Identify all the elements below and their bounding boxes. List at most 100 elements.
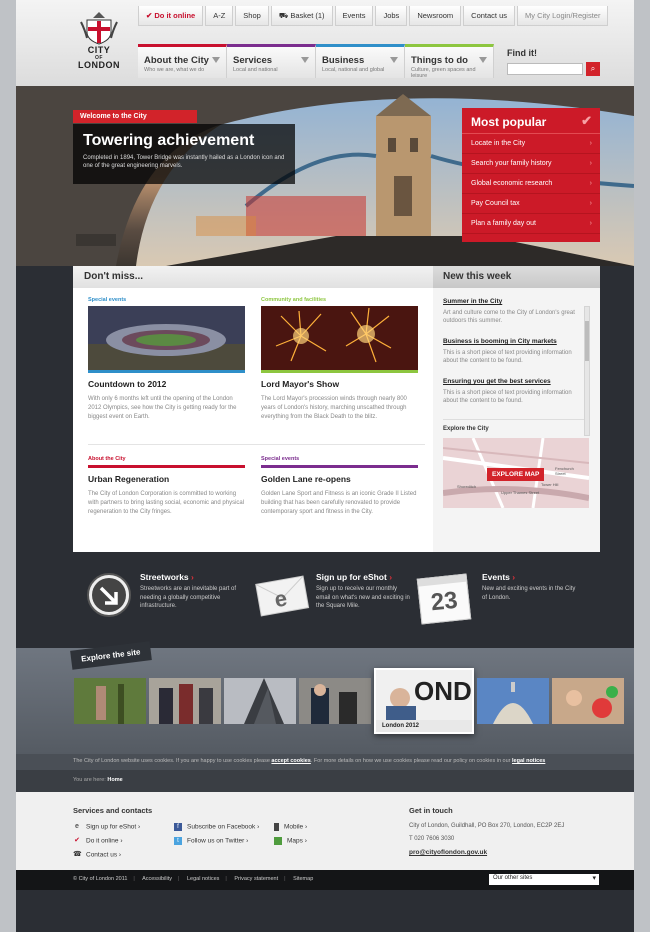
carousel-thumb[interactable] xyxy=(74,678,146,724)
search-input[interactable] xyxy=(507,63,583,75)
util-do-it-online[interactable]: ✔ Do it online xyxy=(138,6,204,26)
legal-link-privacy[interactable]: Privacy statement xyxy=(234,876,278,882)
card-golden-lane[interactable]: Special events Golden Lane re-opens Gold… xyxy=(261,456,418,517)
news-title[interactable]: Business is booming in City markets xyxy=(443,338,579,345)
util-login-register[interactable]: My City Login/Register xyxy=(517,6,609,26)
legal-link-accessibility[interactable]: Accessibility xyxy=(142,876,172,882)
card-text: The Lord Mayor's procession winds throug… xyxy=(261,396,407,420)
carousel-thumb[interactable] xyxy=(552,678,624,724)
promo-title[interactable]: Events › xyxy=(482,572,577,582)
legal-link-sitemap[interactable]: Sitemap xyxy=(293,876,313,882)
checkmark-icon: ✔ xyxy=(581,113,592,128)
footer-link-do-it-online[interactable]: ✔ Do it online › xyxy=(73,837,123,845)
explore-map-button[interactable]: EXPLORE MAP xyxy=(487,468,545,481)
dropdown-arrow-icon xyxy=(212,57,220,63)
carousel-thumb[interactable] xyxy=(149,678,221,724)
card-title[interactable]: Countdown to 2012 xyxy=(88,379,245,389)
util-contact-us[interactable]: Contact us xyxy=(463,6,516,26)
map-label: Tower Hill xyxy=(541,482,559,487)
facebook-icon: f xyxy=(174,823,182,831)
util-jobs[interactable]: Jobs xyxy=(375,6,408,26)
olympic-stadium-image[interactable] xyxy=(88,306,245,370)
scrollbar-thumb[interactable] xyxy=(585,321,589,361)
card-category[interactable]: Special events xyxy=(261,456,418,462)
legal-link-legal-notices[interactable]: Legal notices xyxy=(187,876,219,882)
card-urban-regeneration[interactable]: About the City Urban Regeneration The Ci… xyxy=(88,456,245,517)
news-scrollbar[interactable] xyxy=(584,306,590,436)
util-shop[interactable]: Shop xyxy=(235,6,269,26)
card-category[interactable]: Community and facilities xyxy=(261,297,418,303)
popular-item[interactable]: Pay Council tax xyxy=(462,194,600,214)
nav-services[interactable]: Services Local and national xyxy=(227,44,316,78)
news-text: This is a short piece of text providing … xyxy=(443,390,572,404)
cookie-text: The City of London website uses cookies.… xyxy=(73,758,272,764)
util-newsroom[interactable]: Newsroom xyxy=(409,6,462,26)
get-in-touch-heading: Get in touch xyxy=(409,806,453,815)
city-of-london-logo[interactable]: CITY OF LONDON xyxy=(68,10,130,76)
news-item[interactable]: Ensuring you get the best services This … xyxy=(443,378,579,405)
card-title[interactable]: Golden Lane re-opens xyxy=(261,474,418,484)
news-item[interactable]: Business is booming in City markets This… xyxy=(443,338,579,365)
hero-banner[interactable]: Welcome to the City Towering achievement… xyxy=(16,86,634,266)
legal-notices-link[interactable]: legal notices xyxy=(512,758,545,764)
promo-title[interactable]: Sign up for eShot › xyxy=(316,572,411,582)
nav-business[interactable]: Business Local, national and global xyxy=(316,44,405,78)
card-category[interactable]: About the City xyxy=(88,456,245,462)
footer-email[interactable]: pro@cityoflondon.gov.uk xyxy=(409,849,487,856)
nav-things-to-do[interactable]: Things to do Culture, green spaces and l… xyxy=(405,44,494,79)
explore-city-label: Explore the City xyxy=(443,419,590,432)
accept-cookies-link[interactable]: accept cookies xyxy=(271,758,310,764)
mobile-icon xyxy=(274,823,279,831)
explore-map[interactable]: EXPLORE MAP Fenchurch Street Tower Hill … xyxy=(443,438,589,508)
footer-link-label: Do it online › xyxy=(86,837,123,845)
card-category[interactable]: Special events xyxy=(88,297,245,303)
news-title[interactable]: Summer in the City xyxy=(443,298,579,305)
carousel-thumb-selected[interactable]: OND London 2012 xyxy=(374,668,474,734)
dropdown-arrow-icon xyxy=(390,57,398,63)
eshot-icon: e xyxy=(75,823,79,830)
breadcrumb: You are here: Home xyxy=(16,770,634,792)
card-lord-mayors-show[interactable]: Community and facilities Lord Mayor's Sh… xyxy=(261,297,418,422)
footer-link-facebook[interactable]: f Subscribe on Facebook › xyxy=(174,823,259,831)
carousel-caption: London 2012 xyxy=(376,720,472,732)
other-sites-select[interactable]: Our other sites xyxy=(489,874,599,885)
footer-link-label: Follow us on Twitter › xyxy=(187,837,249,845)
card-accent-bar xyxy=(88,465,245,468)
popular-item[interactable]: Search your family history xyxy=(462,154,600,174)
carousel-thumb[interactable] xyxy=(299,678,371,724)
util-basket[interactable]: ⛟ Basket (1) xyxy=(270,6,333,26)
promo-title-text: Events xyxy=(482,572,510,582)
nav-title: About the City xyxy=(144,55,209,66)
card-title[interactable]: Urban Regeneration xyxy=(88,474,245,484)
card-title[interactable]: Lord Mayor's Show xyxy=(261,379,418,389)
carousel-thumb[interactable] xyxy=(224,678,296,724)
footer-link-twitter[interactable]: t Follow us on Twitter › xyxy=(174,837,248,845)
nav-about-the-city[interactable]: About the City Who we are, what we do xyxy=(138,44,227,78)
nav-subtitle: Local, national and global xyxy=(322,67,385,73)
dropdown-arrow-icon xyxy=(479,57,487,63)
popular-item[interactable]: Plan a family day out xyxy=(462,214,600,234)
news-item[interactable]: Summer in the City Art and culture come … xyxy=(443,298,579,325)
card-countdown[interactable]: Special events Countdown to 2012 With on… xyxy=(88,297,245,422)
footer-phone: T 020 7606 3030 xyxy=(409,836,455,842)
promo-title[interactable]: Streetworks › xyxy=(140,572,250,582)
popular-item[interactable]: Locate in the City xyxy=(462,134,600,154)
footer-link-maps[interactable]: Maps › xyxy=(274,837,307,845)
footer-link-eshot[interactable]: e Sign up for eShot › xyxy=(73,823,140,831)
util-events[interactable]: Events xyxy=(334,6,374,26)
nav-title: Things to do xyxy=(411,55,468,66)
footer-link-contact[interactable]: ☎ Contact us › xyxy=(73,851,121,859)
legal-separator: | xyxy=(133,876,135,882)
util-a-z[interactable]: A-Z xyxy=(205,6,234,26)
hero-title[interactable]: Towering achievement xyxy=(83,132,285,150)
search-button[interactable]: ⌕ xyxy=(586,62,600,76)
news-title[interactable]: Ensuring you get the best services xyxy=(443,378,579,385)
footer-link-mobile[interactable]: Mobile › xyxy=(274,823,307,831)
cookie-text-2: . For more details on how we use cookies… xyxy=(310,758,513,764)
fireworks-image[interactable] xyxy=(261,306,418,370)
carousel-thumb[interactable] xyxy=(477,678,549,724)
popular-item[interactable]: Global economic research xyxy=(462,174,600,194)
services-contacts-heading: Services and contacts xyxy=(73,806,153,815)
breadcrumb-home[interactable]: Home xyxy=(107,777,122,783)
promo-body: Streetworks › Streetworks are an inevita… xyxy=(140,572,250,611)
